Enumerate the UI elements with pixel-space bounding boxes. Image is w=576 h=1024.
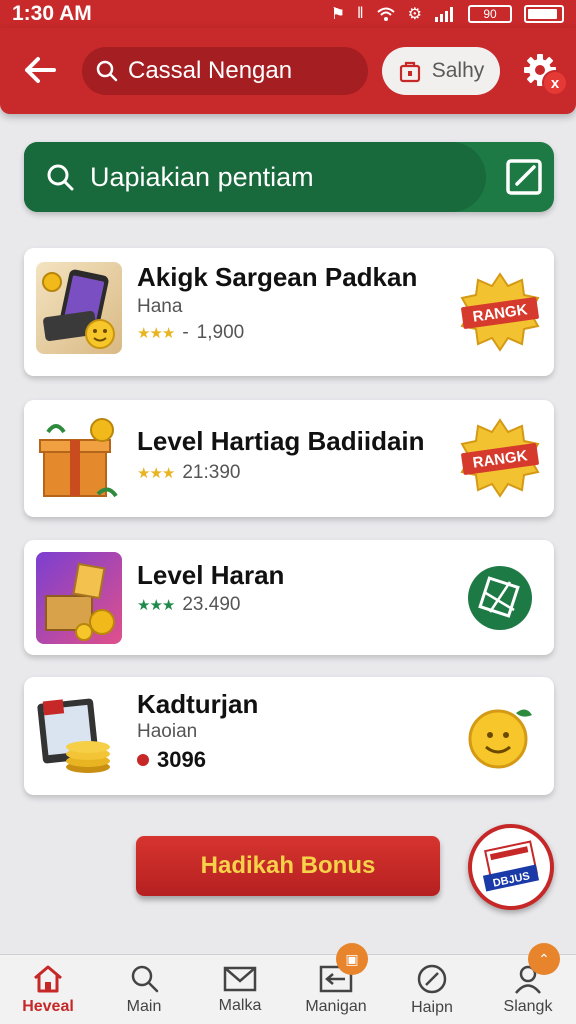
search-input[interactable]: Uapiakian pentiam	[24, 142, 486, 212]
back-arrow-icon	[25, 57, 56, 83]
gift-box-icon	[39, 418, 118, 498]
bonus-button[interactable]: Hadikah Bonus	[136, 836, 440, 896]
game-card[interactable]: Level Hartiag Badiidain ★★★ 21:390 RANGK	[24, 400, 554, 517]
nav-item-main[interactable]: Main	[96, 955, 192, 1024]
safety-label: Salhy	[431, 59, 485, 82]
edit-button[interactable]	[494, 142, 554, 212]
close-badge[interactable]: x	[542, 70, 568, 96]
search-placeholder: Uapiakian pentiam	[90, 161, 314, 192]
rank-sun-icon: RANGK	[460, 418, 540, 498]
share-diamond-icon	[468, 566, 532, 630]
vibrate-icon: ‖	[357, 5, 364, 22]
battery-icon	[524, 5, 564, 23]
wifi-icon	[376, 7, 395, 21]
header-search-text: Cassal Nengan	[128, 57, 293, 84]
search-icon	[96, 60, 118, 82]
game-card[interactable]: Kadturjan Haoian 3096	[24, 677, 554, 795]
card-title: Level Haran	[137, 560, 285, 590]
card-meta: ★★★ 23.490	[137, 594, 240, 616]
nav-label: Main	[126, 997, 162, 1015]
search-icon	[47, 164, 74, 191]
nav-label: Haipn	[411, 998, 453, 1016]
nav-item-home[interactable]: Heveal	[0, 955, 96, 1024]
signal-icon	[435, 7, 453, 22]
card-meta: ★★★ 21:390	[137, 462, 240, 484]
rank-badge: RANGK	[458, 416, 542, 500]
compass-icon	[417, 964, 447, 993]
card-meta: ★★★ - 1,900	[137, 322, 244, 344]
smiley-coin-icon	[468, 709, 532, 769]
nav-item-help[interactable]: Haipn	[384, 955, 480, 1024]
nav-label: Slangk	[503, 997, 553, 1015]
edit-icon	[506, 159, 542, 195]
card-meta-value: 1,900	[196, 322, 245, 343]
share-badge[interactable]	[458, 556, 542, 640]
nav-label: Malka	[218, 996, 262, 1014]
status-icons: ⚑ ‖ ⚙ 90	[331, 4, 564, 24]
search-person-icon	[131, 965, 159, 992]
game-card[interactable]: Level Haran ★★★ 23.490	[24, 540, 554, 655]
chevron-up-icon[interactable]: ⌃	[528, 943, 560, 975]
header-search[interactable]: Cassal Nengan	[82, 47, 368, 95]
back-button[interactable]	[18, 48, 62, 92]
rating-stars: ★★★	[137, 465, 175, 482]
game-card[interactable]: Akigk Sargean Padkan Hana ★★★ - 1,900 RA…	[24, 248, 554, 376]
nav-label: Heveal	[22, 997, 74, 1015]
card-meta-value: 21:390	[182, 462, 241, 483]
card-subtitle: Hana	[137, 296, 183, 317]
home-icon	[34, 965, 62, 992]
card-title: Akigk Sargean Padkan	[137, 262, 418, 292]
rating-stars: ★★★	[137, 325, 175, 342]
status-bar: 1:30 AM ⚑ ‖ ⚙ 90	[0, 0, 576, 28]
card-title: Level Hartiag Badiidain	[137, 426, 425, 456]
card-thumbnail	[36, 412, 122, 504]
notification-icon: ⚑	[330, 6, 346, 23]
search-banner[interactable]: Uapiakian pentiam	[24, 142, 554, 212]
bonus-ticket-icon: DBJUS	[482, 840, 540, 892]
bottom-nav: Heveal Main Malka Manigan ▣ Haipn Slangk…	[0, 943, 576, 1024]
sim-indicator: 90	[468, 5, 512, 23]
nav-item-profile[interactable]: Slangk ⌃	[480, 943, 576, 1024]
card-meta: 3096	[137, 747, 206, 773]
status-dot	[137, 754, 149, 766]
nav-label: Manigan	[305, 997, 367, 1015]
nav-item-manigan[interactable]: Manigan ▣	[288, 943, 384, 1024]
phone-coins-icon	[42, 269, 115, 349]
wallet-coins-icon	[37, 698, 110, 773]
card-meta-value: 3096	[157, 747, 206, 772]
safety-button[interactable]: Salhy	[382, 47, 500, 95]
notification-badge-icon: ▣	[336, 943, 368, 975]
status-time: 1:30 AM	[12, 2, 92, 25]
smiley-badge	[458, 695, 542, 779]
lock-bag-icon	[399, 61, 420, 83]
rank-sun-icon: RANGK	[460, 272, 540, 352]
card-thumbnail	[36, 262, 122, 354]
app-header: Cassal Nengan Salhy x	[0, 28, 576, 114]
card-thumbnail	[36, 691, 122, 783]
card-title: Kadturjan	[137, 689, 259, 719]
nav-item-mail[interactable]: Malka	[192, 955, 288, 1024]
rank-badge: RANGK	[458, 270, 542, 354]
mail-icon	[223, 966, 257, 991]
rating-stars: ★★★	[137, 597, 175, 614]
card-thumbnail	[36, 552, 122, 644]
card-meta-value: 23.490	[182, 594, 241, 615]
bonus-badge[interactable]: DBJUS	[468, 824, 554, 910]
treasure-box-icon	[45, 562, 115, 641]
card-subtitle: Haoian	[137, 721, 198, 742]
settings-status-icon: ⚙	[407, 6, 422, 23]
meta-prefix: -	[182, 322, 189, 343]
